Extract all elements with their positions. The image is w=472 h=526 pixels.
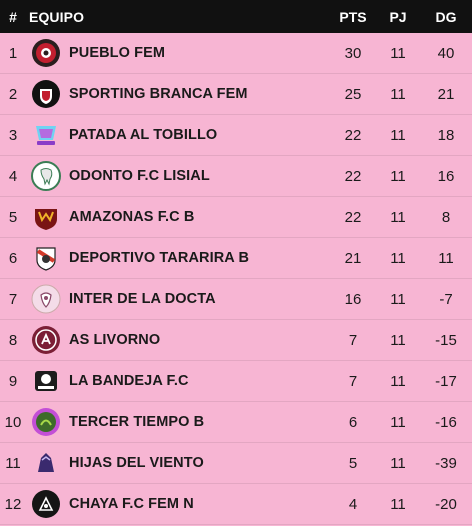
- row-pj: 11: [390, 44, 406, 62]
- standings-table: # EQUIPO PTS PJ DG 1 PUEBLO FEM 30 11 40…: [0, 0, 472, 525]
- table-row[interactable]: 6 DEPORTIVO TARARIRA B 21 11 11: [0, 238, 472, 279]
- table-row[interactable]: 10 TERCER TIEMPO B 6 11 -16: [0, 402, 472, 443]
- row-pos: 2: [8, 85, 18, 103]
- row-pts: 22: [344, 126, 362, 144]
- table-row[interactable]: 11 HIJAS DEL VIENTO 5 11 -39: [0, 443, 472, 484]
- table-row[interactable]: 7 INTER DE LA DOCTA 16 11 -7: [0, 279, 472, 320]
- row-team: PATADA AL TOBILLO: [69, 127, 218, 143]
- patada-al-tobillo-crest-icon: [31, 120, 61, 150]
- row-pj: 11: [390, 454, 406, 472]
- table-row[interactable]: 5 AMAZONAS F.C B 22 11 8: [0, 197, 472, 238]
- chaya-crest-icon: [31, 489, 61, 519]
- table-row[interactable]: 2 SPORTING BRANCA FEM 25 11 21: [0, 74, 472, 115]
- row-team: LA BANDEJA F.C: [69, 373, 189, 389]
- table-row[interactable]: 9 LA BANDEJA F.C 7 11 -17: [0, 361, 472, 402]
- row-pos: 1: [8, 44, 18, 62]
- row-team: CHAYA F.C FEM N: [69, 496, 194, 512]
- row-pos: 9: [8, 372, 18, 390]
- row-team: HIJAS DEL VIENTO: [69, 455, 204, 471]
- row-pos: 10: [4, 413, 22, 431]
- amazonas-crest-icon: [31, 202, 61, 232]
- row-dg: 16: [437, 167, 455, 185]
- hijas-del-viento-crest-icon: [31, 448, 61, 478]
- row-pos: 4: [8, 167, 18, 185]
- header-pts: PTS: [339, 8, 367, 25]
- row-pj: 11: [390, 126, 406, 144]
- row-dg: 18: [437, 126, 455, 144]
- row-pts: 5: [348, 454, 358, 472]
- row-team: DEPORTIVO TARARIRA B: [69, 250, 250, 266]
- row-pj: 11: [390, 372, 406, 390]
- row-dg: 8: [441, 208, 451, 226]
- la-bandeja-crest-icon: [31, 366, 61, 396]
- row-dg: -7: [439, 290, 453, 308]
- as-livorno-crest-icon: [31, 325, 61, 355]
- table-row[interactable]: 8 AS LIVORNO 7 11 -15: [0, 320, 472, 361]
- row-pts: 7: [348, 331, 358, 349]
- row-dg: -39: [435, 454, 457, 472]
- row-team: SPORTING BRANCA FEM: [69, 86, 248, 102]
- table-row[interactable]: 12 CHAYA F.C FEM N 4 11 -20: [0, 484, 472, 525]
- header-team: EQUIPO: [29, 8, 85, 25]
- row-pj: 11: [390, 85, 406, 103]
- row-dg: -17: [435, 372, 457, 390]
- row-pj: 11: [390, 249, 406, 267]
- header-dg: DG: [435, 8, 457, 25]
- pueblo-fem-crest-icon: [31, 38, 61, 68]
- row-pj: 11: [390, 290, 406, 308]
- header-pj: PJ: [389, 8, 407, 25]
- row-dg: 11: [438, 249, 454, 267]
- row-pos: 5: [8, 208, 18, 226]
- sporting-branca-crest-icon: [31, 79, 61, 109]
- row-team: ODONTO F.C LISIAL: [69, 168, 210, 184]
- row-team: AS LIVORNO: [69, 332, 161, 348]
- table-row[interactable]: 4 ODONTO F.C LISIAL 22 11 16: [0, 156, 472, 197]
- table-row[interactable]: 1 PUEBLO FEM 30 11 40: [0, 33, 472, 74]
- row-team: TERCER TIEMPO B: [69, 414, 205, 430]
- row-pj: 11: [390, 413, 406, 431]
- row-pts: 21: [344, 249, 362, 267]
- row-pos: 8: [8, 331, 18, 349]
- row-pts: 7: [348, 372, 358, 390]
- row-dg: -20: [435, 495, 457, 513]
- row-team: PUEBLO FEM: [69, 45, 166, 61]
- odonto-crest-icon: [31, 161, 61, 191]
- row-pts: 22: [344, 208, 362, 226]
- row-dg: 21: [437, 85, 455, 103]
- inter-de-la-docta-crest-icon: [31, 284, 61, 314]
- row-pos: 11: [5, 454, 21, 472]
- row-team: INTER DE LA DOCTA: [69, 291, 216, 307]
- row-pts: 16: [344, 290, 362, 308]
- row-pj: 11: [390, 208, 406, 226]
- table-header: # EQUIPO PTS PJ DG: [0, 0, 472, 33]
- row-pj: 11: [390, 495, 406, 513]
- row-pos: 3: [8, 126, 18, 144]
- row-pos: 7: [8, 290, 18, 308]
- row-team: AMAZONAS F.C B: [69, 209, 195, 225]
- tercer-tiempo-crest-icon: [31, 407, 61, 437]
- row-dg: -16: [435, 413, 457, 431]
- row-dg: 40: [437, 44, 455, 62]
- row-pos: 12: [4, 495, 22, 513]
- row-dg: -15: [435, 331, 457, 349]
- row-pts: 25: [344, 85, 362, 103]
- header-pos: #: [9, 8, 17, 25]
- row-pj: 11: [390, 167, 406, 185]
- row-pos: 6: [8, 249, 18, 267]
- row-pts: 22: [344, 167, 362, 185]
- table-row[interactable]: 3 PATADA AL TOBILLO 22 11 18: [0, 115, 472, 156]
- row-pts: 6: [348, 413, 358, 431]
- deportivo-tararira-crest-icon: [31, 243, 61, 273]
- row-pts: 4: [348, 495, 358, 513]
- row-pts: 30: [344, 44, 362, 62]
- row-pj: 11: [390, 331, 406, 349]
